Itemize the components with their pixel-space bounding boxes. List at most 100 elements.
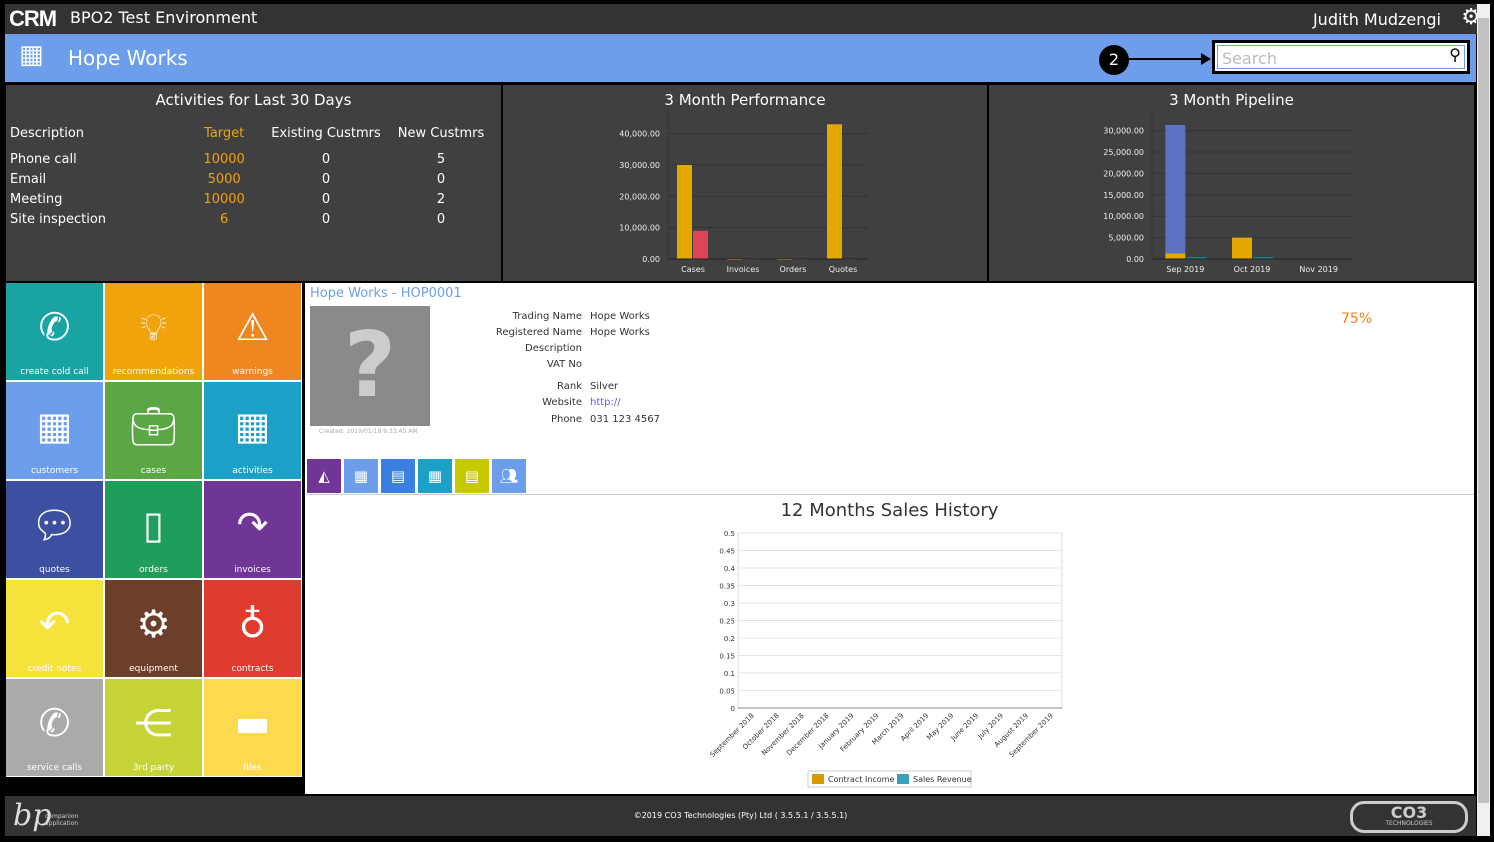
bar <box>693 230 708 259</box>
cell: Email <box>10 171 47 187</box>
x-tick-label: Invoices <box>727 265 760 274</box>
cell: 0 <box>321 171 331 187</box>
x-tick-label: Cases <box>681 265 705 274</box>
table-row: Meeting 10000 0 2 <box>6 189 496 209</box>
tile-cases[interactable]: 💼︎ cases <box>105 382 202 479</box>
field-value[interactable]: http:// <box>590 397 621 408</box>
footer: bp companion application ©2019 CO3 Techno… <box>5 796 1476 836</box>
tile-label: create cold call <box>20 367 89 377</box>
field-label: Registered Name <box>495 327 582 338</box>
building-icon: ▦ <box>36 404 73 448</box>
calendar-icon: ▦ <box>234 404 271 448</box>
field-label: Rank <box>557 381 582 392</box>
pipeline-chart: 0.00 5,000.00 10,000.00 15,000.00 20,000.00 2… <box>1103 110 1352 274</box>
tile-label: cases <box>140 466 167 476</box>
cell: 5 <box>436 151 446 167</box>
bar <box>827 124 842 259</box>
redo-arrow-icon: ↷ <box>236 503 269 547</box>
profile-completion: 75% <box>1341 311 1373 327</box>
cell: Site inspection <box>10 211 107 227</box>
tile-3rd-party[interactable]: ⋲ 3rd party <box>105 679 202 776</box>
chat-icon: 💬︎ <box>30 503 79 547</box>
tile-recommendations[interactable]: 💡︎ recommendations <box>105 283 202 380</box>
page-header: ▦ Hope Works 2 Search ⚲ <box>5 34 1476 82</box>
field-label: Trading Name <box>512 311 582 322</box>
search-box[interactable]: Search ⚲ <box>1212 40 1470 74</box>
tile-equipment[interactable]: ⚙ equipment <box>105 580 202 677</box>
briefcase-icon: 💼︎ <box>129 404 178 448</box>
tile-files[interactable]: ▬ files <box>204 679 301 776</box>
sales-history-title: 12 Months Sales History <box>780 500 999 521</box>
tile-label: warnings <box>232 367 273 377</box>
crm-logo[interactable]: CRM <box>9 6 57 32</box>
tile-menu: ✆ create cold call 💡︎ recommendations ⚠ warni… <box>6 283 302 777</box>
y-tick-label: 0.35 <box>719 583 735 591</box>
tab-area-chart-icon[interactable]: ◭ <box>307 459 341 493</box>
tile-invoices[interactable]: ↷ invoices <box>204 481 301 578</box>
tab-contacts-book-icon[interactable]: ▤ <box>381 459 415 493</box>
copyright: ©2019 CO3 Technologies (Pty) Ltd ( 3.5.5… <box>633 811 848 820</box>
col-new: New Custmrs <box>397 125 485 141</box>
cell: 5000 <box>207 171 241 187</box>
bar <box>677 165 692 259</box>
x-tick-label: Quotes <box>829 265 858 274</box>
user-name[interactable]: Judith Mudzengi <box>1313 10 1441 29</box>
tile-service-calls[interactable]: ✆ service calls <box>6 679 103 776</box>
tile-label: activities <box>232 466 273 476</box>
y-tick-label: 0 <box>731 705 735 713</box>
tile-customers[interactable]: ▦ customers <box>6 382 103 479</box>
y-tick-label: 0.5 <box>724 530 735 538</box>
activities-table: Description Target Existing Custmrs New Cus… <box>6 123 496 229</box>
field-label: Description <box>525 343 582 354</box>
tile-label: quotes <box>39 565 70 575</box>
field-value: Hope Works <box>590 311 650 322</box>
tab-document-icon[interactable]: ▤ <box>455 459 489 493</box>
y-tick-label: 20,000.00 <box>619 192 660 201</box>
tile-warnings[interactable]: ⚠ warnings <box>204 283 301 380</box>
phone-icon: ✆ <box>38 305 71 349</box>
performance-title: 3 Month Performance <box>664 91 826 109</box>
table-row: Email 5000 0 0 <box>6 169 496 189</box>
tab-calendar-icon[interactable]: ▦ <box>418 459 452 493</box>
legend-swatch <box>897 774 909 784</box>
calendar-icon: ▦ <box>427 467 443 485</box>
tile-credit-notes[interactable]: ↶ credit notes <box>6 580 103 677</box>
tile-label: recommendations <box>112 367 195 377</box>
y-tick-label: 0.15 <box>719 653 735 661</box>
building-icon: ▦ <box>353 467 369 485</box>
tile-contracts[interactable]: ♁ contracts <box>204 580 301 677</box>
y-tick-label: 15,000.00 <box>1103 191 1144 200</box>
created-date: Created: 2019/01/18 9:33:45 AM <box>319 428 418 435</box>
x-tick-label: Orders <box>780 265 807 274</box>
customer-photo-placeholder[interactable]: ? <box>310 306 430 426</box>
search-icon[interactable]: ⚲ <box>1449 45 1461 64</box>
tile-activities[interactable]: ▦ activities <box>204 382 301 479</box>
customer-content: Hope Works - HOP0001 ? Created: 2019/01/… <box>305 283 1474 794</box>
legend-swatch <box>812 774 824 784</box>
pipeline-title: 3 Month Pipeline <box>1169 91 1294 109</box>
tile-orders[interactable]: ▯ orders <box>105 481 202 578</box>
tab-users-icon[interactable]: 👥︎ <box>492 459 526 493</box>
field-value: Hope Works <box>590 327 650 338</box>
activities-title: Activities for Last 30 Days <box>155 91 352 109</box>
sales-history-chart: 0 0.05 0.1 0.15 0.2 0.25 0.3 0.35 0.4 0.45 0.5 Sept… <box>709 530 1063 788</box>
top-bar: CRM BPO2 Test Environment Judith Mudzeng… <box>5 4 1489 34</box>
gears-icon: ⚙ <box>136 602 171 646</box>
y-tick-label: 5,000.00 <box>1108 234 1144 243</box>
bar <box>1165 253 1186 259</box>
scrollbar-thumb[interactable] <box>1478 18 1489 803</box>
search-input[interactable]: Search <box>1217 45 1465 69</box>
y-tick-label: 40,000.00 <box>619 130 660 139</box>
x-tick-label: September 2019 <box>1008 712 1055 759</box>
legend-label: Contract Income <box>828 775 894 784</box>
cell: 0 <box>436 211 446 227</box>
tab-building-icon[interactable]: ▦ <box>344 459 378 493</box>
tile-label: orders <box>139 565 168 575</box>
callout-badge: 2 <box>1099 45 1129 75</box>
y-tick-label: 30,000.00 <box>1103 127 1144 136</box>
tile-label: invoices <box>234 565 271 575</box>
tile-quotes[interactable]: 💬︎ quotes <box>6 481 103 578</box>
cell: 0 <box>321 151 331 167</box>
tile-create-cold-call[interactable]: ✆ create cold call <box>6 283 103 380</box>
tile-label: files <box>243 763 262 773</box>
